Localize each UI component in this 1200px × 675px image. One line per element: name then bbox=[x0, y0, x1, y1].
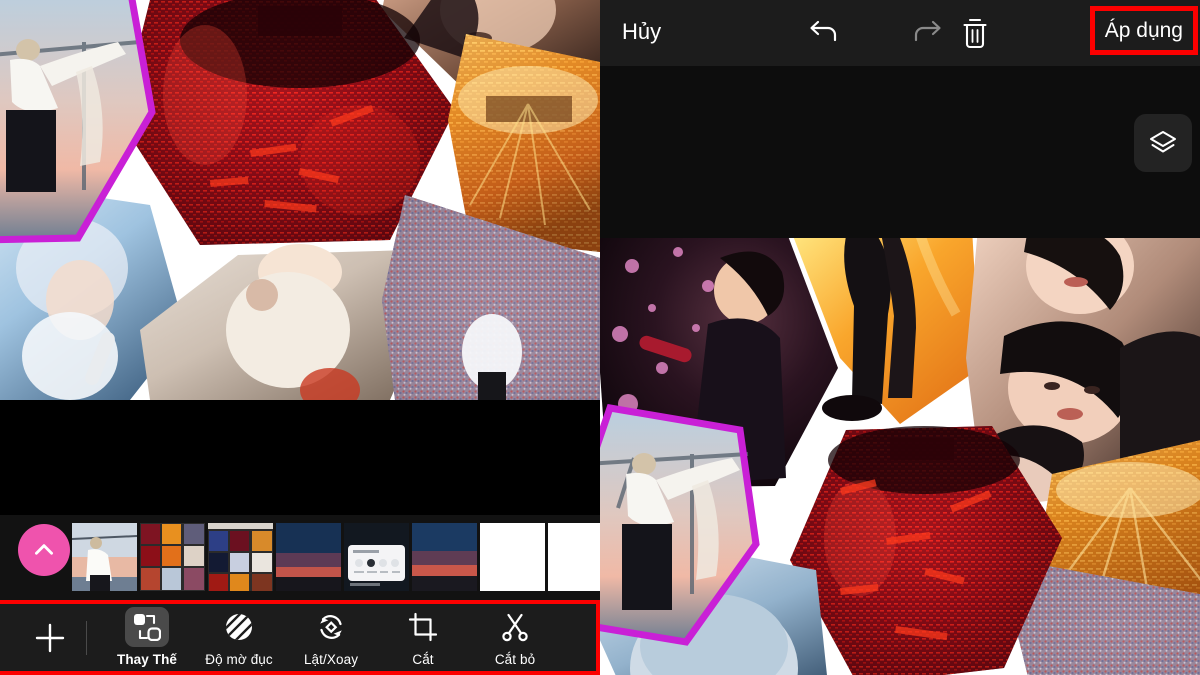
tool-more-partial[interactable]: Đ bbox=[561, 605, 596, 671]
replace-icon bbox=[134, 613, 161, 641]
delete-button[interactable] bbox=[953, 12, 997, 54]
list-item[interactable] bbox=[548, 523, 600, 591]
tool-cat[interactable]: Cắt bbox=[377, 605, 469, 671]
tool-icon-wrapper bbox=[585, 607, 596, 647]
redo-arrow-icon bbox=[914, 20, 941, 42]
redo-button[interactable] bbox=[905, 12, 949, 54]
layers-icon bbox=[1150, 131, 1176, 153]
tool-label: Cắt bbox=[412, 651, 434, 667]
left-editor-panel: Thay Thế Độ mờ đục Lật/Xoay Cắt Cắt bỏ bbox=[0, 0, 600, 675]
tool-thay-the[interactable]: Thay Thế bbox=[101, 605, 193, 671]
filmstrip[interactable] bbox=[0, 515, 600, 600]
tool-label: Độ mờ đục bbox=[205, 651, 273, 667]
thumbnail-list[interactable] bbox=[72, 523, 600, 591]
list-item[interactable] bbox=[140, 523, 205, 591]
tool-cat-bo[interactable]: Cắt bỏ bbox=[469, 605, 561, 671]
collage-result[interactable] bbox=[600, 238, 1200, 675]
toolbar-divider bbox=[86, 620, 87, 655]
tool-icon-wrapper bbox=[217, 607, 261, 647]
list-item[interactable] bbox=[412, 523, 477, 591]
tool-label: Cắt bỏ bbox=[494, 651, 536, 667]
expand-panel-button[interactable] bbox=[18, 524, 70, 576]
undo-button[interactable] bbox=[802, 12, 846, 54]
collage-preview[interactable] bbox=[0, 0, 600, 400]
list-item[interactable] bbox=[344, 523, 409, 591]
flip-rotate-icon bbox=[320, 614, 342, 639]
canvas-letterbox bbox=[0, 400, 600, 515]
list-item[interactable] bbox=[208, 523, 273, 591]
tool-icon-wrapper bbox=[493, 607, 537, 647]
chevron-up-icon bbox=[35, 544, 53, 555]
tool-icon-wrapper bbox=[309, 607, 353, 647]
edit-toolbar[interactable]: Thay Thế Độ mờ đục Lật/Xoay Cắt Cắt bỏ bbox=[0, 600, 600, 675]
right-editor-panel: Hủy Áp dụng bbox=[600, 0, 1200, 675]
opacity-icon bbox=[226, 613, 252, 640]
tool-label: Thay Thế bbox=[116, 651, 178, 667]
crop-icon bbox=[408, 612, 438, 641]
tool-lat-xoay[interactable]: Lật/Xoay bbox=[285, 605, 377, 671]
plus-icon bbox=[35, 623, 65, 652]
app-root: Thay Thế Độ mờ đục Lật/Xoay Cắt Cắt bỏ H… bbox=[0, 0, 1200, 675]
tool-label: Lật/Xoay bbox=[303, 651, 359, 667]
apply-button[interactable]: Áp dụng bbox=[1089, 6, 1198, 55]
top-action-bar: Hủy Áp dụng bbox=[600, 0, 1200, 66]
result-stage bbox=[600, 66, 1200, 675]
add-media-button[interactable] bbox=[22, 610, 78, 666]
scissors-icon bbox=[502, 613, 528, 641]
layers-button[interactable] bbox=[1134, 114, 1192, 172]
tool-do-mo-duc[interactable]: Độ mờ đục bbox=[193, 605, 285, 671]
cancel-button[interactable]: Hủy bbox=[612, 14, 671, 50]
list-item[interactable] bbox=[276, 523, 341, 591]
tool-icon-wrapper bbox=[125, 606, 169, 647]
undo-arrow-icon bbox=[810, 20, 837, 42]
list-item[interactable] bbox=[72, 523, 137, 591]
tool-icon-wrapper bbox=[401, 607, 445, 647]
list-item[interactable] bbox=[480, 523, 545, 591]
trash-icon bbox=[963, 18, 987, 49]
